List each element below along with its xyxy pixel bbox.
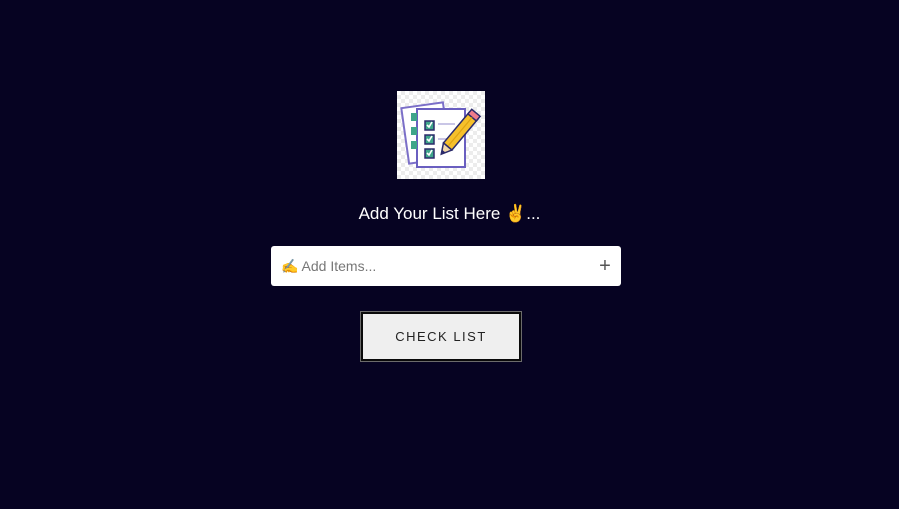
app-container: Add Your List Here ✌️... + CHECK LIST (0, 0, 899, 509)
add-item-button[interactable]: + (597, 256, 613, 276)
checklist-pencil-icon (397, 91, 485, 179)
check-list-button[interactable]: CHECK LIST (360, 311, 522, 362)
add-item-input[interactable] (281, 246, 581, 286)
page-title: Add Your List Here ✌️... (358, 204, 541, 223)
add-item-field: + (271, 246, 621, 286)
